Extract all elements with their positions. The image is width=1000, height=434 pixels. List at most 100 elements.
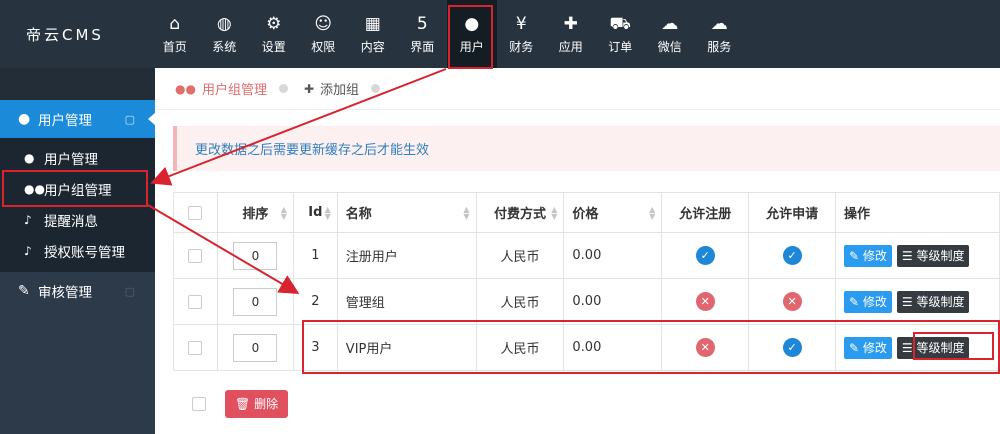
sidebar-group-label: 审核管理 bbox=[38, 285, 92, 301]
order-cell: 0 bbox=[216, 278, 294, 325]
actions-cell: ✎ 修改 ☰ 等级制度 bbox=[835, 278, 1000, 325]
sidebar-item-label: 用户组管理 bbox=[44, 182, 112, 199]
nav-orders[interactable]: ⛟ 订单 bbox=[596, 0, 646, 68]
nav-finance[interactable]: ¥ 财务 bbox=[497, 0, 547, 68]
x-circle-icon[interactable]: ✕ bbox=[782, 292, 802, 311]
nav-user[interactable]: ● 用户 bbox=[447, 0, 497, 68]
id-cell: 3 bbox=[292, 324, 338, 371]
grid-icon: ▦ bbox=[364, 13, 381, 34]
sidebar-header bbox=[0, 68, 155, 100]
user-circle-icon: ☺ bbox=[314, 13, 333, 34]
nav-interface[interactable]: 5 界面 bbox=[398, 0, 448, 68]
check-circle-icon[interactable]: ✓ bbox=[695, 246, 715, 265]
sort-icon[interactable]: ▲ ▼ bbox=[463, 206, 469, 221]
sidebar-item-users[interactable]: ● 用户管理 bbox=[0, 142, 155, 173]
name-cell: 管理组 bbox=[336, 278, 477, 325]
nav-label: 设置 bbox=[261, 39, 286, 54]
sidebar-item-label: 用户管理 bbox=[44, 151, 98, 168]
users-icon: ●● bbox=[24, 181, 45, 196]
sidebar-item-oauth-accounts[interactable]: ♪ 授权账号管理 bbox=[0, 235, 155, 266]
sort-icon[interactable]: ▲ ▼ bbox=[325, 206, 331, 221]
tab-user-groups[interactable]: ●● 用户组管理 bbox=[175, 79, 304, 98]
delete-button[interactable]: 🗑︎ 删除 bbox=[225, 390, 289, 418]
order-input[interactable]: 0 bbox=[233, 333, 278, 362]
sort-icon[interactable]: ▲ ▼ bbox=[281, 206, 287, 221]
allow-register-cell: ✕ bbox=[661, 278, 750, 325]
pay-cell: 人民币 bbox=[475, 232, 565, 279]
table-row: 0 3 VIP用户 人民币 0.00 ✕ ✓ ✎ 修改 ☰ 等级制度 bbox=[173, 324, 1000, 371]
brand-logo: 帝云CMS bbox=[26, 26, 104, 44]
row-select-cell bbox=[173, 278, 218, 325]
row-checkbox[interactable] bbox=[188, 248, 203, 263]
name-cell: VIP用户 bbox=[336, 324, 477, 371]
main-content: ●● 用户组管理 ✚ 添加组 更改数据之后需要更新缓存之后才能生效 排序 ▲ ▼ Id ▲… bbox=[155, 68, 1000, 434]
button-label: 修改 bbox=[862, 340, 887, 355]
col-price[interactable]: 价格 ▲ ▼ bbox=[563, 192, 663, 233]
button-label: 修改 bbox=[862, 248, 887, 263]
nav-apps[interactable]: ✚ 应用 bbox=[546, 0, 596, 68]
nav-content[interactable]: ▦ 内容 bbox=[348, 0, 398, 68]
sidebar-item-user-groups[interactable]: ●● 用户组管理 bbox=[0, 173, 155, 204]
nav-label: 财务 bbox=[509, 39, 534, 54]
cart-icon: ⛟ bbox=[609, 13, 631, 34]
separator-dot bbox=[371, 84, 381, 93]
sidebar-group-review[interactable]: ✎ 审核管理 ▢ bbox=[0, 272, 155, 310]
nav-label: 微信 bbox=[657, 39, 682, 54]
sidebar-item-label: 提醒消息 bbox=[44, 213, 98, 230]
actions-cell: ✎ 修改 ☰ 等级制度 bbox=[835, 232, 1000, 279]
footer-select-all-checkbox[interactable] bbox=[192, 397, 206, 411]
nav-home[interactable]: ⌂ 首页 bbox=[150, 0, 200, 68]
nav-wechat[interactable]: ☁ 微信 bbox=[645, 0, 695, 68]
sort-icon[interactable]: ▲ ▼ bbox=[649, 206, 655, 221]
nav-permission[interactable]: ☺ 权限 bbox=[299, 0, 349, 68]
level-system-button[interactable]: ☰ 等级制度 bbox=[896, 336, 970, 359]
nav-label: 界面 bbox=[410, 39, 435, 54]
allow-apply-cell: ✕ bbox=[748, 278, 836, 325]
x-circle-icon[interactable]: ✕ bbox=[695, 338, 715, 357]
edit-button[interactable]: ✎ 修改 bbox=[844, 244, 892, 267]
nav-label: 内容 bbox=[360, 39, 385, 54]
gears-icon: ⚙ bbox=[266, 13, 282, 34]
check-circle-icon[interactable]: ✓ bbox=[782, 338, 802, 357]
trash-icon: 🗑︎ bbox=[235, 397, 251, 411]
edit-button[interactable]: ✎ 修改 bbox=[844, 336, 892, 359]
bell-icon: ♪ bbox=[24, 243, 32, 258]
level-system-button[interactable]: ☰ 等级制度 bbox=[896, 244, 970, 267]
collapse-icon: ▢ bbox=[124, 284, 135, 298]
check-circle-icon[interactable]: ✓ bbox=[782, 246, 802, 265]
price-cell: 0.00 bbox=[563, 324, 663, 371]
nav-service[interactable]: ☁ 服务 bbox=[695, 0, 745, 68]
col-pay-type[interactable]: 付费方式 ▲ ▼ bbox=[475, 192, 565, 233]
tab-add-group[interactable]: ✚ 添加组 bbox=[304, 79, 396, 98]
col-name[interactable]: 名称 ▲ ▼ bbox=[336, 192, 477, 233]
order-input[interactable]: 0 bbox=[233, 287, 278, 316]
row-select-cell bbox=[173, 324, 218, 371]
nav-settings[interactable]: ⚙ 设置 bbox=[249, 0, 299, 68]
actions-cell: ✎ 修改 ☰ 等级制度 bbox=[835, 324, 1000, 371]
row-checkbox[interactable] bbox=[188, 294, 203, 309]
col-actions: 操作 bbox=[835, 192, 1000, 233]
x-circle-icon[interactable]: ✕ bbox=[695, 292, 715, 311]
sidebar-group-label: 用户管理 bbox=[38, 113, 92, 129]
row-checkbox[interactable] bbox=[188, 340, 203, 355]
sidebar-item-notifications[interactable]: ♪ 提醒消息 bbox=[0, 204, 155, 235]
button-label: 等级制度 bbox=[916, 340, 965, 355]
col-id[interactable]: Id ▲ ▼ bbox=[292, 192, 338, 233]
select-all-cell bbox=[173, 192, 218, 233]
allow-register-cell: ✕ bbox=[661, 324, 750, 371]
bell-icon: ♪ bbox=[24, 212, 32, 227]
col-allow-apply: 允许申请 bbox=[748, 192, 836, 233]
sidebar-group-user-management[interactable]: ● 用户管理 ▢ bbox=[0, 100, 156, 138]
col-order[interactable]: 排序 ▲ ▼ bbox=[216, 192, 294, 233]
tab-label: 添加组 bbox=[320, 83, 360, 98]
select-all-checkbox[interactable] bbox=[188, 205, 203, 220]
sort-icon[interactable]: ▲ ▼ bbox=[551, 206, 557, 221]
sidebar: ● 用户管理 ▢ ● 用户管理 ●● 用户组管理 ♪ 提醒消息 ♪ 授权账号管理 ✎ 审… bbox=[0, 68, 156, 434]
nav-system[interactable]: ◍ 系统 bbox=[200, 0, 250, 68]
order-input[interactable]: 0 bbox=[233, 241, 278, 270]
main-nav: ⌂ 首页 ◍ 系统 ⚙ 设置 ☺ 权限 ▦ 内容 5 界面 ● 用户 ¥ 财务 ✚ 应用 ⛟ 订单 … bbox=[150, 0, 744, 68]
edit-button[interactable]: ✎ 修改 bbox=[844, 290, 892, 313]
wechat-icon: ☁ bbox=[661, 13, 679, 34]
level-system-button[interactable]: ☰ 等级制度 bbox=[896, 290, 970, 313]
nav-label: 首页 bbox=[162, 39, 187, 54]
